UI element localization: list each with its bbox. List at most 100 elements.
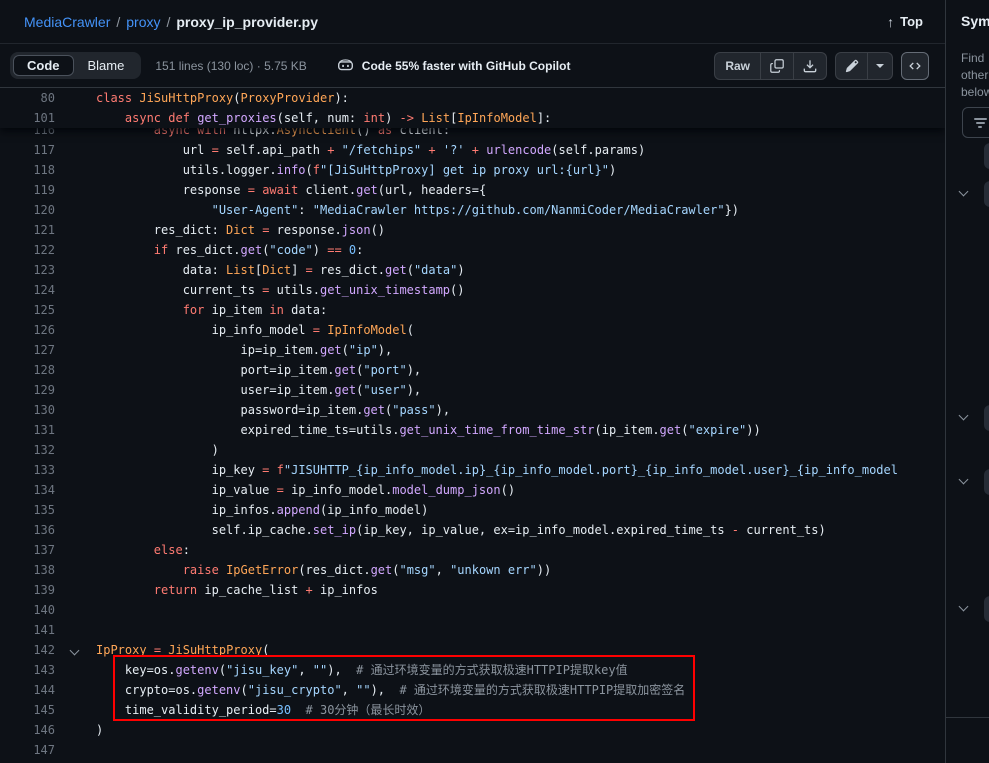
code-text: ip_infos.append(ip_info_model) bbox=[96, 500, 945, 520]
breadcrumb-bar: MediaCrawler / proxy / proxy_ip_provider… bbox=[0, 0, 945, 44]
code-text: for ip_item in data: bbox=[96, 300, 945, 320]
tab-code[interactable]: Code bbox=[13, 55, 74, 76]
code-text: password=ip_item.get("pass"), bbox=[96, 400, 945, 420]
line-gutter: 138 bbox=[0, 560, 96, 580]
line-number[interactable]: 139 bbox=[0, 580, 55, 600]
code-lines: 117 url = self.api_path + "/fetchips" + … bbox=[0, 140, 945, 760]
fold-gutter bbox=[55, 680, 96, 700]
symbol-item[interactable] bbox=[984, 596, 989, 622]
code-line-117: 117 url = self.api_path + "/fetchips" + … bbox=[0, 140, 945, 160]
code-text: raise IpGetError(res_dict.get("msg", "un… bbox=[96, 560, 945, 580]
line-gutter: 122 bbox=[0, 240, 96, 260]
file-main-column: MediaCrawler / proxy / proxy_ip_provider… bbox=[0, 0, 945, 763]
fold-gutter bbox=[55, 380, 96, 400]
clipped-code-line: 116 async with httpx.AsyncClient() as cl… bbox=[0, 128, 945, 140]
line-number[interactable]: 146 bbox=[0, 720, 55, 740]
line-gutter: 118 bbox=[0, 160, 96, 180]
edit-file-button[interactable] bbox=[835, 52, 868, 80]
symbol-expand-chevron-icon[interactable] bbox=[959, 475, 969, 485]
line-number[interactable]: 121 bbox=[0, 220, 55, 240]
line-number[interactable]: 120 bbox=[0, 200, 55, 220]
code-line-129: 129 user=ip_item.get("user"), bbox=[0, 380, 945, 400]
line-number[interactable]: 138 bbox=[0, 560, 55, 580]
fold-gutter bbox=[55, 280, 96, 300]
line-number[interactable]: 119 bbox=[0, 180, 55, 200]
line-number[interactable]: 136 bbox=[0, 520, 55, 540]
symbol-expand-chevron-icon[interactable] bbox=[959, 602, 969, 612]
line-number[interactable]: 144 bbox=[0, 680, 55, 700]
copy-raw-button[interactable] bbox=[761, 52, 794, 80]
symbol-expand-chevron-icon[interactable] bbox=[959, 187, 969, 197]
fold-gutter bbox=[55, 320, 96, 340]
line-gutter: 141 bbox=[0, 620, 96, 640]
line-number[interactable]: 132 bbox=[0, 440, 55, 460]
line-number[interactable]: 118 bbox=[0, 160, 55, 180]
symbols-pane-toggle-button[interactable] bbox=[901, 52, 929, 80]
symbols-filter-input[interactable] bbox=[962, 107, 989, 138]
line-number[interactable]: 130 bbox=[0, 400, 55, 420]
line-number[interactable]: 141 bbox=[0, 620, 55, 640]
line-gutter: 142 bbox=[0, 640, 96, 660]
code-text: res_dict: Dict = response.json() bbox=[96, 220, 945, 240]
line-gutter: 126 bbox=[0, 320, 96, 340]
description-line: Find bbox=[961, 50, 989, 67]
line-number[interactable]: 124 bbox=[0, 280, 55, 300]
line-number[interactable]: 117 bbox=[0, 140, 55, 160]
line-number[interactable]: 80 bbox=[0, 88, 55, 108]
code-line-118: 118 utils.logger.info(f"[JiSuHttpProxy] … bbox=[0, 160, 945, 180]
fold-gutter bbox=[55, 520, 96, 540]
line-number[interactable]: 122 bbox=[0, 240, 55, 260]
line-number[interactable]: 147 bbox=[0, 740, 55, 760]
tab-blame[interactable]: Blame bbox=[74, 55, 139, 76]
copilot-banner[interactable]: Code 55% faster with GitHub Copilot bbox=[337, 57, 571, 74]
line-gutter: 129 bbox=[0, 380, 96, 400]
symbol-expand-chevron-icon[interactable] bbox=[959, 411, 969, 421]
download-raw-button[interactable] bbox=[794, 52, 827, 80]
code-line-138: 138 raise IpGetError(res_dict.get("msg",… bbox=[0, 560, 945, 580]
code-line-130: 130 password=ip_item.get("pass"), bbox=[0, 400, 945, 420]
fold-chevron-icon[interactable] bbox=[70, 646, 80, 656]
line-gutter: 137 bbox=[0, 540, 96, 560]
line-number[interactable]: 135 bbox=[0, 500, 55, 520]
line-number[interactable]: 128 bbox=[0, 360, 55, 380]
code-viewer: 80class JiSuHttpProxy(ProxyProvider):101… bbox=[0, 88, 945, 763]
code-text: url = self.api_path + "/fetchips" + '?' … bbox=[96, 140, 945, 160]
fold-gutter bbox=[55, 720, 96, 740]
copilot-banner-text: Code 55% faster with GitHub Copilot bbox=[362, 59, 571, 73]
symbol-item[interactable] bbox=[984, 469, 989, 495]
line-number[interactable]: 134 bbox=[0, 480, 55, 500]
symbol-item[interactable] bbox=[984, 405, 989, 431]
code-text: user=ip_item.get("user"), bbox=[96, 380, 945, 400]
line-number[interactable]: 131 bbox=[0, 420, 55, 440]
line-number[interactable]: 140 bbox=[0, 600, 55, 620]
code-line-132: 132 ) bbox=[0, 440, 945, 460]
code-symbols-icon bbox=[908, 59, 922, 73]
line-gutter: 143 bbox=[0, 660, 96, 680]
line-number[interactable]: 125 bbox=[0, 300, 55, 320]
line-number[interactable]: 145 bbox=[0, 700, 55, 720]
line-number[interactable]: 143 bbox=[0, 660, 55, 680]
line-number[interactable]: 137 bbox=[0, 540, 55, 560]
breadcrumb-separator: / bbox=[110, 14, 126, 30]
filter-funnel-icon bbox=[974, 118, 988, 128]
line-number[interactable]: 116 bbox=[0, 128, 55, 140]
scroll-to-top-button[interactable]: ↑ Top bbox=[887, 14, 923, 30]
line-number[interactable]: 123 bbox=[0, 260, 55, 280]
file-toolbar: Code Blame 151 lines (130 loc) · 5.75 KB… bbox=[0, 44, 945, 88]
line-number[interactable]: 142 bbox=[0, 640, 55, 660]
code-line-145: 145 time_validity_period=30 # 30分钟（最长时效） bbox=[0, 700, 945, 720]
line-number[interactable]: 127 bbox=[0, 340, 55, 360]
line-number[interactable]: 126 bbox=[0, 320, 55, 340]
line-number[interactable]: 133 bbox=[0, 460, 55, 480]
symbol-item[interactable] bbox=[984, 143, 989, 169]
fold-gutter bbox=[55, 300, 96, 320]
line-gutter: 80 bbox=[0, 88, 96, 108]
raw-button[interactable]: Raw bbox=[714, 52, 761, 80]
breadcrumb-repo-link[interactable]: MediaCrawler bbox=[24, 14, 110, 30]
line-number[interactable]: 129 bbox=[0, 380, 55, 400]
symbol-item[interactable] bbox=[984, 181, 989, 207]
breadcrumb-folder-link[interactable]: proxy bbox=[126, 14, 160, 30]
code-line-101: 101 async def get_proxies(self, num: int… bbox=[0, 108, 945, 128]
edit-menu-button[interactable] bbox=[868, 52, 893, 80]
line-number[interactable]: 101 bbox=[0, 108, 55, 128]
